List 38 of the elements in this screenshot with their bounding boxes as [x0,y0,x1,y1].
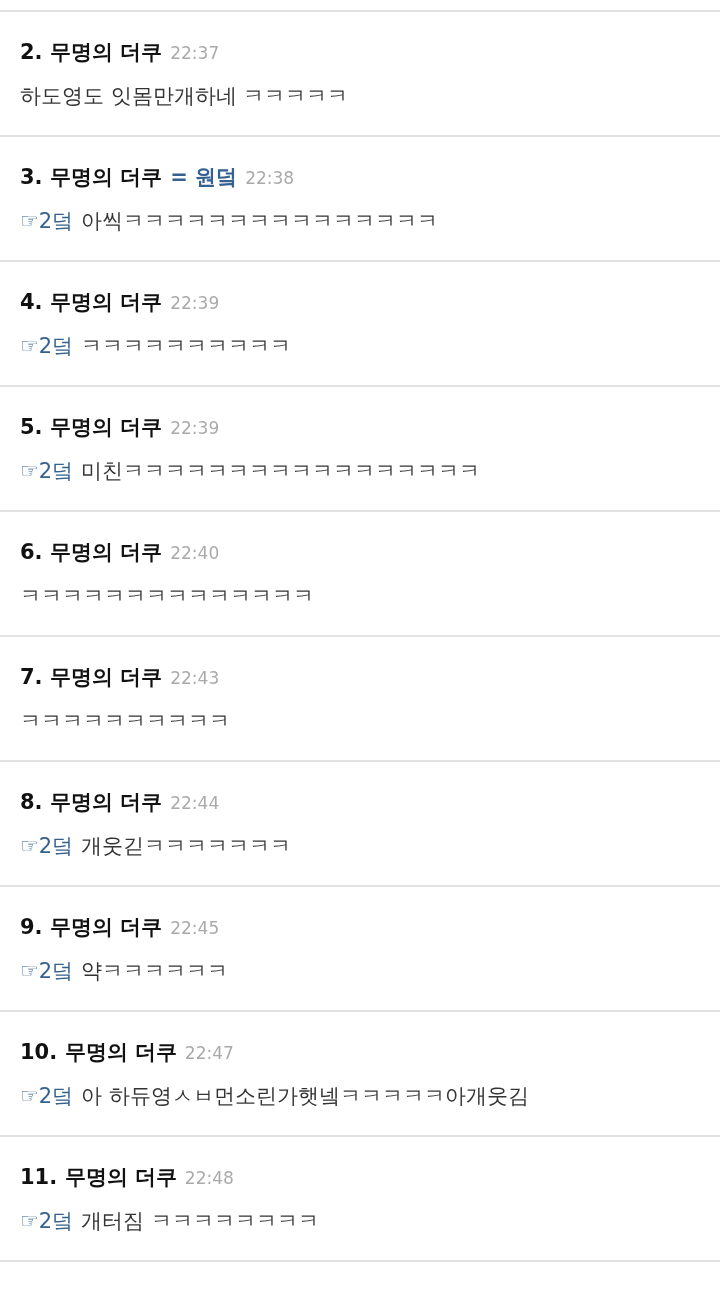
comment-text: ㅋㅋㅋㅋㅋㅋㅋㅋㅋㅋ [20,708,230,735]
comment-text: 하도영도 잇몸만개하네 ㅋㅋㅋㅋㅋ [20,83,349,110]
comment-author: 4. 무명의 더쿠 [20,289,163,316]
comment-time: 22:48 [184,1168,234,1188]
comment-text: ㅋㅋㅋㅋㅋㅋㅋㅋㅋㅋㅋㅋㅋㅋ [20,583,314,610]
comment-text: 개웃긷ㅋㅋㅋㅋㅋㅋㅋ [81,833,292,860]
reply-link[interactable]: ☞2덬 [20,332,74,360]
comment-author: 9. 무명의 더쿠 [20,914,163,941]
comment-text: 아 하듀영ㅅㅂ먼소린가햇넼ㅋㅋㅋㅋㅋ아개웃김 [81,1083,529,1110]
comment-text: 개터짐 ㅋㅋㅋㅋㅋㅋㅋㅋ [81,1208,319,1235]
comment-time: 22:44 [170,793,220,813]
reply-link[interactable]: ☞2덬 [20,1207,74,1235]
comment-text: ㅋㅋㅋㅋㅋㅋㅋㅋㅋㅋ [81,333,292,360]
comment-author: 2. 무명의 더쿠 [20,39,163,66]
reply-link[interactable]: ☞2덬 [20,957,74,985]
comment-time: 22:47 [184,1043,234,1063]
comment-time: 22:39 [170,418,220,438]
comment-time: 22:40 [170,543,220,563]
comment-time: 22:43 [170,668,220,688]
comment-time: 22:39 [170,293,220,313]
comment-time: 22:38 [245,168,295,188]
comment-time: 22:45 [170,918,220,938]
comment-text: 아씩ㅋㅋㅋㅋㅋㅋㅋㅋㅋㅋㅋㅋㅋㅋㅋ [81,208,439,235]
comment-author: 10. 무명의 더쿠 [20,1039,177,1066]
comment-text: 미친ㅋㅋㅋㅋㅋㅋㅋㅋㅋㅋㅋㅋㅋㅋㅋㅋㅋ [81,458,481,485]
reply-link[interactable]: ☞2덬 [20,1082,74,1110]
reply-link[interactable]: ☞2덬 [20,832,74,860]
reply-link[interactable]: ☞2덬 [20,207,74,235]
comment-author: 5. 무명의 더쿠 [20,414,163,441]
comment-time: 22:37 [170,43,220,63]
comment-author: 6. 무명의 더쿠 [20,539,163,566]
comment-author: 7. 무명의 더쿠 [20,664,163,691]
comment-author: 11. 무명의 더쿠 [20,1164,177,1191]
comment-author: 8. 무명의 더쿠 [20,789,163,816]
author-tag: = 원덬 [170,163,238,191]
reply-link[interactable]: ☞2덬 [20,457,74,485]
comment-author: 3. 무명의 더쿠 [20,164,163,191]
comment-text: 약ㅋㅋㅋㅋㅋㅋ [81,958,229,985]
